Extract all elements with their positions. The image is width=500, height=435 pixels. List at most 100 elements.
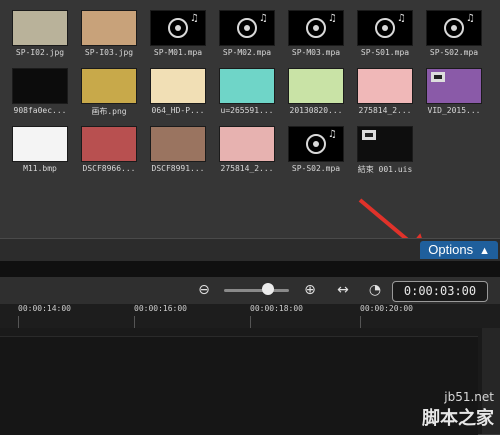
chevron-up-icon: ▲ <box>479 245 490 257</box>
media-item[interactable]: ♫ SP-M01.mpa <box>146 8 210 64</box>
music-note-icon: ♫ <box>259 13 268 24</box>
media-item[interactable]: ♫ SP-S01.mpa <box>353 8 417 64</box>
media-item-label: VID_2015... <box>427 106 481 115</box>
image-thumbnail <box>219 68 275 104</box>
image-thumbnail <box>12 10 68 46</box>
media-item[interactable]: DSCF8991... <box>146 124 210 180</box>
image-thumbnail <box>150 68 206 104</box>
image-thumbnail <box>81 10 137 46</box>
audio-disc-icon <box>168 18 188 38</box>
media-item[interactable]: M11.bmp <box>8 124 72 180</box>
media-item-label: 064_HD-P... <box>151 106 205 115</box>
ruler-tick-mark <box>360 316 361 328</box>
media-item[interactable]: 908fa0ec... <box>8 66 72 122</box>
options-label: Options <box>428 242 474 257</box>
image-thumbnail <box>219 126 275 162</box>
ruler-tick-mark <box>250 316 251 328</box>
media-item-label: SP-S02.mpa <box>291 164 341 173</box>
media-item-label: 20130820... <box>289 106 343 115</box>
audio-thumbnail: ♫ <box>426 10 482 46</box>
video-thumbnail <box>426 68 482 104</box>
ruler-tick-label: 00:00:20:00 <box>360 304 413 313</box>
media-item-label: SP-S01.mpa <box>360 48 410 57</box>
zoom-out-icon[interactable]: ⊖ <box>196 282 212 298</box>
media-item[interactable]: u=265591... <box>215 66 279 122</box>
media-item-label: 275814_2... <box>358 106 412 115</box>
image-thumbnail <box>81 126 137 162</box>
media-library-panel: SP-I02.jpg SP-I03.jpg ♫ SP-M01.mpa ♫ SP-M02.m… <box>0 0 500 238</box>
media-item[interactable]: VID_2015... <box>422 66 486 122</box>
media-item-label: DSCF8966... <box>82 164 136 173</box>
ruler-tick-label: 00:00:14:00 <box>18 304 71 313</box>
image-thumbnail <box>12 126 68 162</box>
ruler-tick-label: 00:00:16:00 <box>134 304 187 313</box>
audio-disc-icon <box>237 18 257 38</box>
media-item[interactable]: ♫ SP-S02.mpa <box>422 8 486 64</box>
zoom-in-icon[interactable]: ⊕ <box>302 282 318 298</box>
music-note-icon: ♫ <box>466 13 475 24</box>
media-item-label: M11.bmp <box>23 164 57 173</box>
image-thumbnail <box>357 68 413 104</box>
media-item[interactable]: SP-I02.jpg <box>8 8 72 64</box>
media-item-label: SP-I02.jpg <box>15 48 65 57</box>
timeline-track[interactable] <box>0 336 478 435</box>
media-item[interactable]: ♫ SP-M03.mpa <box>284 8 348 64</box>
media-item-label: 画布.png <box>91 107 127 116</box>
media-item[interactable]: 275814_2... <box>215 124 279 180</box>
media-item[interactable]: DSCF8966... <box>77 124 141 180</box>
media-item-label: 結束 001.uis <box>357 165 413 174</box>
video-thumbnail <box>357 126 413 162</box>
image-thumbnail <box>288 68 344 104</box>
media-item-label: u=265591... <box>220 106 274 115</box>
media-item[interactable]: 064_HD-P... <box>146 66 210 122</box>
media-item-label: SP-M03.mpa <box>291 48 341 57</box>
audio-disc-icon <box>306 134 326 154</box>
watermark-logo: 脚本之家 <box>422 408 494 429</box>
media-item[interactable]: 20130820... <box>284 66 348 122</box>
media-item[interactable]: 275814_2... <box>353 66 417 122</box>
music-note-icon: ♫ <box>328 13 337 24</box>
media-item-label: 275814_2... <box>220 164 274 173</box>
media-item[interactable]: ♫ SP-S02.mpa <box>284 124 348 180</box>
separator-bar <box>0 261 500 277</box>
music-note-icon: ♫ <box>190 13 199 24</box>
ruler-tick-label: 00:00:18:00 <box>250 304 303 313</box>
timeline-ruler[interactable]: 00:00:14:00 00:00:16:00 00:00:18:00 00:00:2… <box>0 304 500 328</box>
media-item[interactable]: SP-I03.jpg <box>77 8 141 64</box>
options-bar: Options ▲ <box>0 238 500 261</box>
media-item-label: SP-M02.mpa <box>222 48 272 57</box>
audio-disc-icon <box>375 18 395 38</box>
music-note-icon: ♫ <box>328 129 337 140</box>
audio-disc-icon <box>306 18 326 38</box>
clock-icon[interactable]: ◔ <box>367 282 383 298</box>
media-item[interactable]: 結束 001.uis <box>353 124 417 180</box>
film-icon <box>362 130 376 140</box>
fit-to-window-icon[interactable]: ↔ <box>335 282 351 298</box>
audio-thumbnail: ♫ <box>219 10 275 46</box>
audio-thumbnail: ♫ <box>288 126 344 162</box>
image-thumbnail <box>150 126 206 162</box>
audio-thumbnail: ♫ <box>150 10 206 46</box>
media-item[interactable]: ♫ SP-M02.mpa <box>215 8 279 64</box>
ruler-tick-mark <box>18 316 19 328</box>
media-item-label: SP-I03.jpg <box>84 48 134 57</box>
ruler-tick-mark <box>134 316 135 328</box>
audio-thumbnail: ♫ <box>357 10 413 46</box>
audio-thumbnail: ♫ <box>288 10 344 46</box>
zoom-slider-knob[interactable] <box>262 283 274 295</box>
audio-disc-icon <box>444 18 464 38</box>
music-note-icon: ♫ <box>397 13 406 24</box>
media-item[interactable]: 画布.png <box>77 66 141 122</box>
options-button[interactable]: Options ▲ <box>420 241 498 259</box>
zoom-slider[interactable] <box>224 289 289 292</box>
film-icon <box>431 72 445 82</box>
watermark: jb51.net 脚本之家 <box>422 390 494 430</box>
media-item-label: SP-M01.mpa <box>153 48 203 57</box>
image-thumbnail <box>12 68 68 104</box>
image-thumbnail <box>81 68 137 104</box>
watermark-site: jb51.net <box>444 390 494 404</box>
timecode-display[interactable]: 0:00:03:00 <box>392 281 488 302</box>
media-item-label: SP-S02.mpa <box>429 48 479 57</box>
media-item-label: DSCF8991... <box>151 164 205 173</box>
media-item-label: 908fa0ec... <box>13 106 67 115</box>
